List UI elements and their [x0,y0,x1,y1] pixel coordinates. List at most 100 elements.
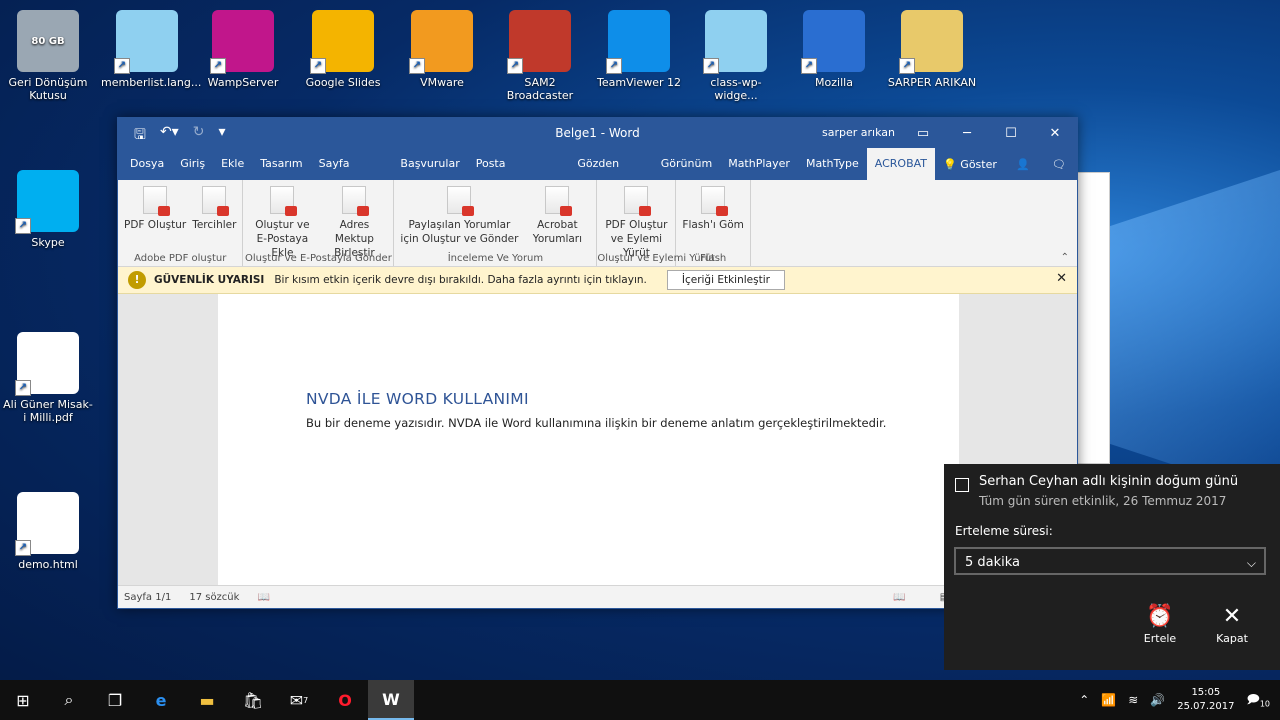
mail-icon[interactable]: ✉ 7 [276,680,322,720]
desktop-icon[interactable]: ↗ demo.html [2,492,94,571]
notepad-icon: ↗ [703,10,767,74]
shortcut-arrow-icon: ↗ [310,58,326,74]
google-slides-icon: ↗ [310,10,374,74]
ribbon-display-options-icon[interactable]: ▭ [901,118,945,148]
desktop-icon[interactable]: ↗ WampServer [197,10,289,89]
shortcut-arrow-icon: ↗ [409,58,425,74]
tab-görünüm[interactable]: Görünüm [653,148,720,180]
file-explorer-icon[interactable]: ▬ [184,680,230,720]
network-icon[interactable]: 📶 [1101,693,1116,707]
desktop-icon-label: SARPER ARIKAN [887,76,977,89]
security-message[interactable]: Bir kısım etkin içerik devre dışı bırakı… [274,274,647,286]
page-count[interactable]: Sayfa 1/1 [124,592,171,603]
clock[interactable]: 15:05 25.07.2017 [1177,686,1234,714]
store-icon[interactable]: 🛍 [230,680,276,720]
desktop-icon[interactable]: ↗ TeamViewer 12 [593,10,685,89]
show-hidden-icons[interactable]: ⌃ [1079,693,1089,707]
calendar-icon [955,478,969,492]
desktop-icon-label: TeamViewer 12 [597,76,681,89]
desktop-icon-label: Geri Dönüşüm Kutusu [8,76,88,102]
alarm-clock-icon: ⏰ [1146,604,1174,629]
ribbon: PDF Oluştur Tercihler Adobe PDF oluştur Olu… [118,180,1077,267]
user-name[interactable]: sarper arıkan [822,126,895,139]
warning-icon: ! [128,271,146,289]
search-icon[interactable]: ⌕ [46,680,92,720]
desktop-icon[interactable]: ↗ Ali Güner Misak-i Milli.pdf [2,332,94,424]
recycle-bin-icon: 80 GB [17,10,79,72]
desktop-icon[interactable]: 80 GB Geri Dönüşüm Kutusu [2,10,94,102]
tab-giriş[interactable]: Giriş [172,148,213,180]
ribbon-group: Flash'ı Göm Flash [676,180,751,266]
ribbon-button-label: Flash'ı Göm [682,219,744,231]
shortcut-arrow-icon: ↗ [15,540,31,556]
action-center-icon[interactable]: 🗩10 [1246,690,1270,711]
pdf-document-icon [143,186,171,216]
tab-tasarım[interactable]: Tasarım [252,148,310,180]
word-count[interactable]: 17 sözcük [189,592,239,603]
snooze-label: Erteleme süresi: [955,524,1053,538]
background-explorer-window[interactable] [1076,172,1110,464]
comments-icon[interactable]: 🗨 [1041,158,1077,171]
status-bar: Sayfa 1/1 17 sözcük 📖 📖 ▤ ▦ − [118,585,1077,608]
desktop-icon[interactable]: ↗ Mozilla [788,10,880,89]
close-warning-icon[interactable]: ✕ [1056,271,1067,286]
sam-broadcaster-icon: ↗ [507,10,571,74]
read-mode-icon[interactable]: 📖 [893,592,905,603]
start-button[interactable]: ⊞ [0,680,46,720]
shortcut-arrow-icon: ↗ [801,58,817,74]
desktop-icon-label: VMware [420,76,464,89]
volume-icon[interactable]: 🔊 [1150,693,1165,707]
proofing-icon[interactable]: 📖 [257,592,269,603]
ribbon-group-label: İnceleme Ve Yorum [447,253,544,264]
tell-me-box[interactable]: 💡 Göster [935,158,1005,171]
document-page[interactable]: NVDA İLE WORD KULLANIMI Bu bir deneme ya… [218,294,959,586]
shortcut-arrow-icon: ↗ [507,58,523,74]
desktop-icon[interactable]: ↗ SAM2 Broadcaster [494,10,586,102]
desktop-icon[interactable]: ↗ class-wp-widge... [690,10,782,102]
desktop-icon-label: Skype [31,236,65,249]
shortcut-arrow-icon: ↗ [703,58,719,74]
desktop-icon[interactable]: ↗ SARPER ARIKAN [886,10,978,89]
task-view-icon[interactable]: ❐ [92,680,138,720]
ribbon-button-label: Tercihler [192,219,237,231]
desktop-icon[interactable]: ↗ VMware [396,10,488,89]
tab-başvurular[interactable]: Başvurular [392,148,467,180]
wifi-icon[interactable]: ≋ [1128,693,1138,707]
word-window: 🖫 ↶▾ ↻ ▾ Belge1 - Word sarper arıkan ▭ ─… [117,117,1078,609]
pdf-document-icon [624,186,652,216]
edge-icon[interactable]: e [138,680,184,720]
tab-mathplayer[interactable]: MathPlayer [720,148,798,180]
tab-mathtype[interactable]: MathType [798,148,867,180]
ribbon-button-label: PDF Oluştur [124,219,187,231]
document-heading[interactable]: NVDA İLE WORD KULLANIMI [306,390,529,408]
opera-icon[interactable]: O [322,680,368,720]
snooze-button[interactable]: ⏰ Ertele [1130,604,1190,645]
tab-gözden-geçir[interactable]: Gözden Geçir [569,148,652,202]
tab-dosya[interactable]: Dosya [122,148,172,180]
ribbon-tabs: DosyaGirişEkleTasarımSayfa DüzeniBaşvuru… [118,148,1077,202]
ribbon-group: PDF Oluştur ve Eylemi Yürüt Oluştur ve Ey… [597,180,715,266]
desktop-icon[interactable]: ↗ Google Slides [297,10,389,89]
notepad-icon: ↗ [114,10,178,74]
dismiss-button[interactable]: ✕ Kapat [1202,604,1262,645]
tab-ekle[interactable]: Ekle [213,148,252,180]
share-icon[interactable]: 👤 [1005,158,1041,171]
desktop-icon[interactable]: ↗ Skype [2,170,94,249]
document-paragraph[interactable]: Bu bir deneme yazısıdır. NVDA ile Word k… [306,416,886,430]
desktop-icon-label: SAM2 Broadcaster [506,76,574,102]
tab-acrobat[interactable]: ACROBAT [866,148,935,180]
minimize-button[interactable]: ─ [945,118,989,148]
desktop-icon[interactable]: ↗ memberlist.lang... [101,10,201,89]
collapse-ribbon-icon[interactable]: ⌃ [1061,252,1069,263]
reminder-notification: Serhan Ceyhan adlı kişinin doğum günü Tü… [944,464,1280,670]
close-icon: ✕ [1222,604,1242,629]
close-button[interactable]: ✕ [1033,118,1077,148]
maximize-button[interactable]: ☐ [989,118,1033,148]
thunderbird-icon: ↗ [801,10,865,74]
enable-content-button[interactable]: İçeriği Etkinleştir [666,270,785,290]
tab-posta-gönderileri[interactable]: Posta Gönderileri [468,148,570,202]
snooze-select[interactable]: 5 dakika ⌵ [954,547,1266,575]
word-taskbar-icon[interactable]: W [368,680,414,720]
tab-sayfa-düzeni[interactable]: Sayfa Düzeni [311,148,393,202]
ribbon-button-label: Paylaşılan Yorumlar için Oluştur ve Gönd… [400,219,519,245]
